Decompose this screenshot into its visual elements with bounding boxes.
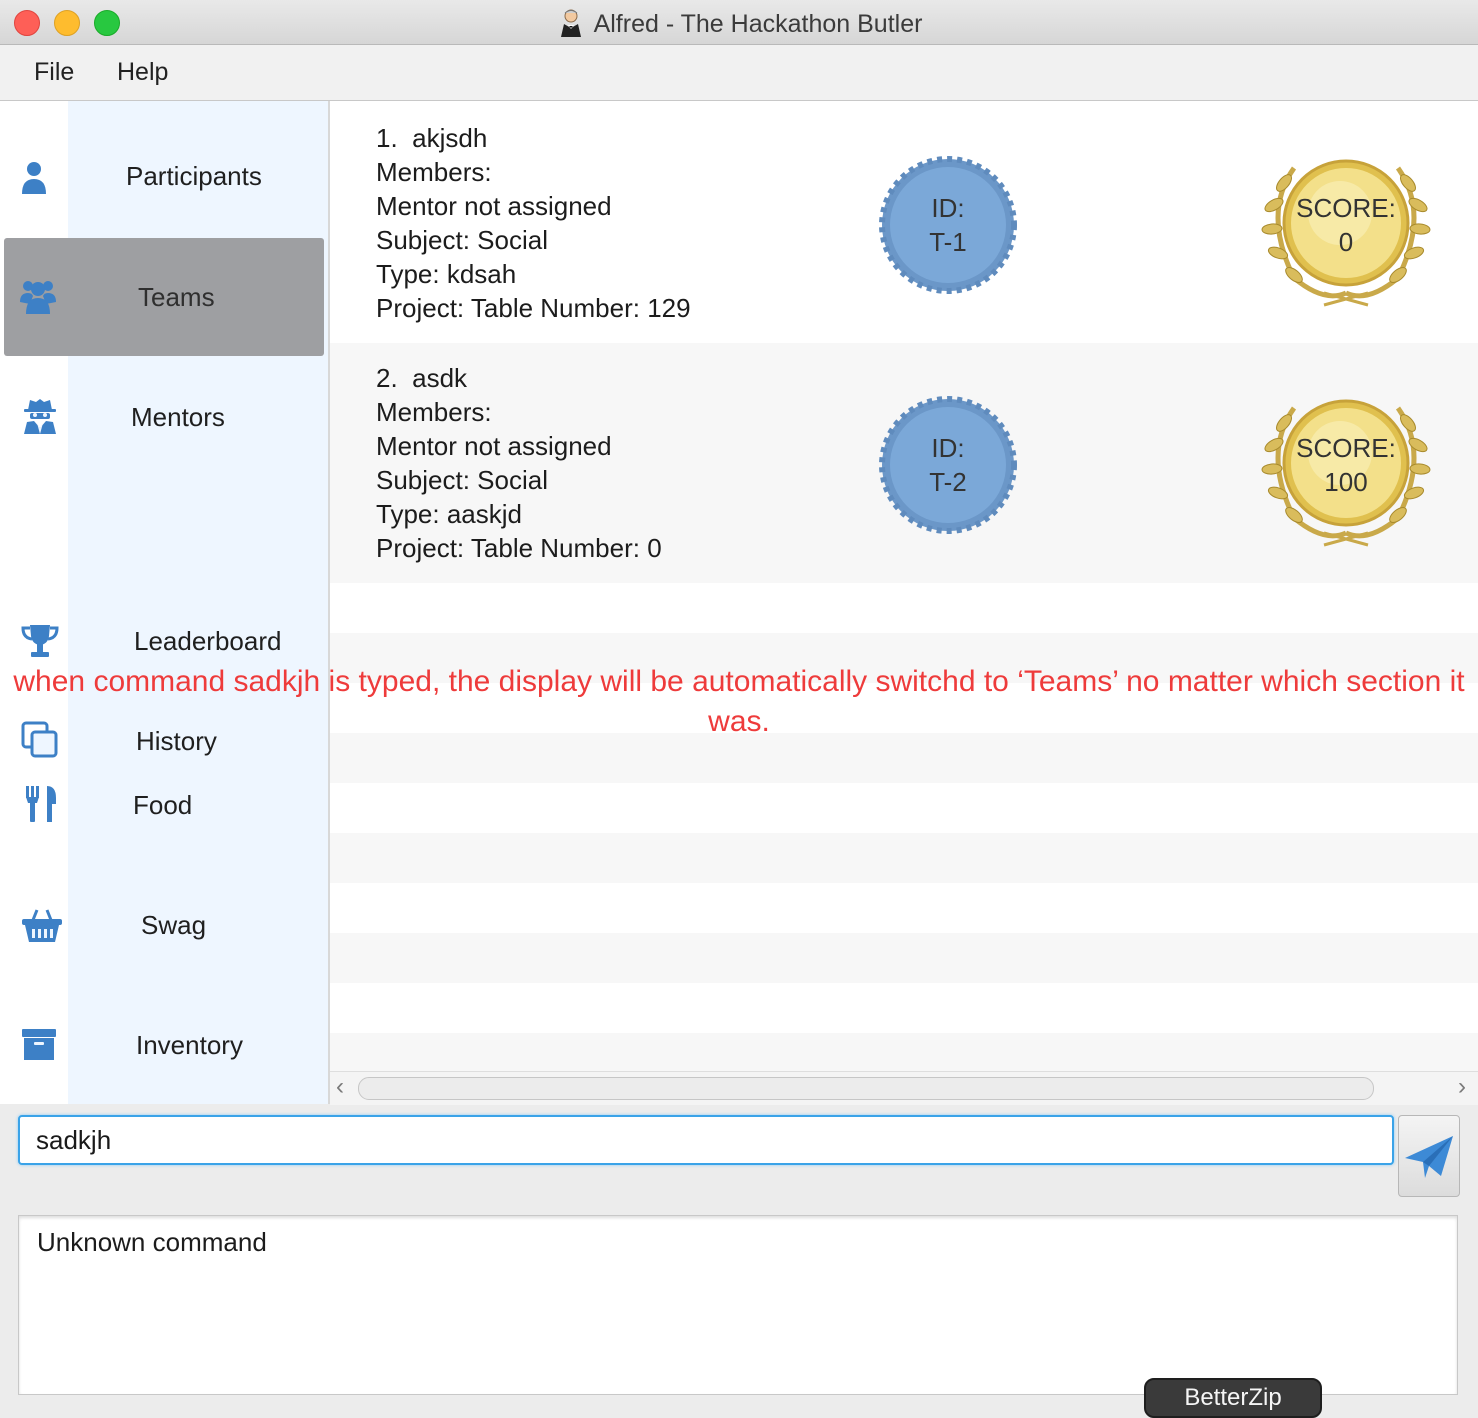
team-score-badge: SCORE: 0 xyxy=(1254,143,1438,309)
sidebar-item-mentors[interactable]: Mentors xyxy=(4,358,324,476)
list-empty-row xyxy=(330,783,1478,833)
team-mentor: Mentor not assigned xyxy=(376,431,612,461)
team-name: asdk xyxy=(412,363,468,393)
menu-bar: File Help xyxy=(0,45,1478,101)
user-secret-icon xyxy=(24,399,56,434)
sidebar-item-label: Swag xyxy=(141,910,207,940)
team-card[interactable]: 1. akjsdh Members: Mentor not assigned S… xyxy=(330,103,1478,343)
team-index: 1. xyxy=(376,123,398,153)
window-title-text: Alfred - The Hackathon Butler xyxy=(593,10,923,38)
team-mentor: Mentor not assigned xyxy=(376,191,612,221)
team-project: Project: Table Number: 0 xyxy=(376,533,662,563)
team-project: Project: Table Number: 129 xyxy=(376,293,691,323)
sidebar-item-label: Leaderboard xyxy=(134,626,282,656)
team-card[interactable]: 2. asdk Members: Mentor not assigned Sub… xyxy=(330,343,1478,583)
team-heading: 2. asdk xyxy=(376,363,467,394)
annotation-note: when command sadkjh is typed, the displa… xyxy=(13,665,1465,738)
team-score-value: 0 xyxy=(1338,227,1354,257)
menu-file[interactable]: File xyxy=(34,58,74,87)
team-score-label: SCORE: xyxy=(1296,433,1396,463)
trophy-icon xyxy=(21,625,59,657)
list-empty-row xyxy=(330,933,1478,983)
sidebar-item-swag[interactable]: Swag xyxy=(4,866,324,984)
team-subject: Subject: Social xyxy=(376,225,548,255)
scroll-right-icon[interactable]: › xyxy=(1458,1073,1466,1101)
users-icon xyxy=(20,281,56,314)
list-empty-row xyxy=(330,583,1478,633)
sidebar-item-label: Mentors xyxy=(131,402,225,432)
list-empty-row xyxy=(330,983,1478,1033)
sidebar-item-participants[interactable]: Participants xyxy=(4,118,324,236)
team-type: Type: aaskjd xyxy=(376,499,522,529)
utensils-icon xyxy=(26,786,56,822)
butler-icon xyxy=(560,9,581,37)
user-icon xyxy=(22,162,46,194)
sidebar-item-leaderboard[interactable]: Leaderboard xyxy=(4,582,324,662)
team-score-badge: SCORE: 100 xyxy=(1254,383,1438,549)
send-command-button[interactable] xyxy=(1398,1115,1460,1197)
sidebar-item-food[interactable]: Food xyxy=(4,770,324,860)
paper-plane-icon xyxy=(1405,1136,1453,1178)
sidebar-item-inventory[interactable]: Inventory xyxy=(4,986,324,1104)
list-empty-row xyxy=(330,883,1478,933)
scroll-left-icon[interactable]: ‹ xyxy=(336,1073,344,1101)
team-subject: Subject: Social xyxy=(376,465,548,495)
team-id-value: T-2 xyxy=(929,467,967,497)
shopping-basket-icon xyxy=(22,909,62,942)
list-empty-row xyxy=(330,1033,1478,1071)
sidebar-item-label: Food xyxy=(133,790,193,820)
sidebar-item-label: Inventory xyxy=(136,1030,243,1060)
command-input[interactable] xyxy=(18,1115,1394,1165)
sidebar-item-label: Participants xyxy=(126,161,262,191)
team-list-panel: 1. akjsdh Members: Mentor not assigned S… xyxy=(330,101,1478,1071)
list-empty-row xyxy=(330,833,1478,883)
team-score-value: 100 xyxy=(1324,467,1368,497)
scrollbar-thumb[interactable] xyxy=(358,1077,1374,1100)
team-id-value: T-1 xyxy=(929,227,967,257)
menu-help[interactable]: Help xyxy=(117,58,168,87)
team-members: Members: xyxy=(376,397,492,427)
team-score-label: SCORE: xyxy=(1296,193,1396,223)
team-id-badge: ID: T-1 xyxy=(878,155,1018,295)
team-id-label: ID: xyxy=(931,433,965,463)
team-type: Type: kdsah xyxy=(376,259,517,289)
team-id-badge: ID: T-2 xyxy=(878,395,1018,535)
team-members: Members: xyxy=(376,157,492,187)
window-title: Alfred - The Hackathon Butler xyxy=(0,8,1478,39)
team-name: akjsdh xyxy=(412,123,488,153)
team-index: 2. xyxy=(376,363,398,393)
team-heading: 1. akjsdh xyxy=(376,123,487,154)
sidebar-item-teams[interactable]: Teams xyxy=(4,238,324,356)
team-id-label: ID: xyxy=(931,193,965,223)
result-text: Unknown command xyxy=(37,1227,267,1257)
betterzip-tab[interactable]: BetterZip xyxy=(1144,1378,1322,1418)
archive-icon xyxy=(22,1029,56,1060)
sidebar-item-label: Teams xyxy=(138,282,215,312)
title-bar: Alfred - The Hackathon Butler xyxy=(0,0,1478,45)
